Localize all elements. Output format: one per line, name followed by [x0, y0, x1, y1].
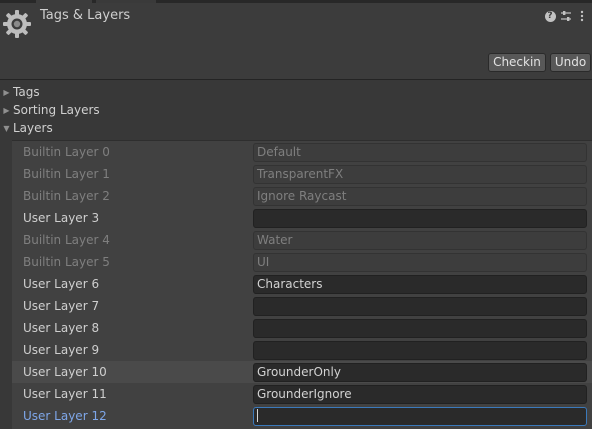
- layers-foldout[interactable]: ▼ Layers: [0, 119, 592, 137]
- layer-label: User Layer 11: [23, 387, 107, 401]
- layer-row: User Layer 9: [12, 339, 592, 361]
- header-tools: ?: [544, 9, 588, 23]
- layer-row: Builtin Layer 2 Ignore Raycast: [12, 185, 592, 207]
- layer-label: Builtin Layer 0: [23, 145, 110, 159]
- layer-label: Builtin Layer 2: [23, 189, 110, 203]
- layer-label: Builtin Layer 1: [23, 167, 110, 181]
- chevron-right-icon: ▶: [3, 105, 10, 115]
- layer-name-field: Ignore Raycast: [253, 187, 587, 206]
- layer-label: User Layer 7: [23, 299, 100, 313]
- layer-row: User Layer 6 Characters: [12, 273, 592, 295]
- layer-row: User Layer 3: [12, 207, 592, 229]
- layer-label: User Layer 3: [23, 211, 100, 225]
- layer-row: User Layer 12: [12, 405, 592, 427]
- layer-label: User Layer 6: [23, 277, 100, 291]
- sorting-layers-foldout[interactable]: ▶ Sorting Layers: [0, 101, 592, 119]
- layer-row: Builtin Layer 4 Water: [12, 229, 592, 251]
- layer-row: User Layer 7: [12, 295, 592, 317]
- checkin-button[interactable]: Checkin: [488, 53, 546, 72]
- layer-row: User Layer 11 GrounderIgnore: [12, 383, 592, 405]
- layer-name-field[interactable]: [253, 209, 587, 228]
- inspector-header: Tags & Layers ? Checkin Undo: [0, 3, 592, 80]
- menu-icon[interactable]: [576, 10, 588, 22]
- page-title: Tags & Layers: [40, 8, 131, 23]
- layer-name-field[interactable]: [253, 297, 587, 316]
- layer-name-field: Water: [253, 231, 587, 250]
- layer-name-field[interactable]: [253, 319, 587, 338]
- sorting-layers-foldout-label: Sorting Layers: [13, 103, 100, 117]
- layer-name-field: UI: [253, 253, 587, 272]
- layer-name-field[interactable]: GrounderOnly: [253, 363, 587, 382]
- layer-row: User Layer 8: [12, 317, 592, 339]
- layer-label: User Layer 12: [23, 409, 107, 423]
- layers-list: Builtin Layer 0 Default Builtin Layer 1 …: [12, 140, 592, 429]
- layer-row: Builtin Layer 0 Default: [12, 141, 592, 163]
- preset-icon[interactable]: [560, 10, 572, 22]
- layer-label: User Layer 10: [23, 365, 107, 379]
- chevron-right-icon: ▶: [3, 87, 10, 97]
- help-icon[interactable]: ?: [544, 10, 556, 22]
- undo-button[interactable]: Undo: [550, 53, 591, 72]
- layers-foldout-label: Layers: [13, 121, 53, 135]
- text-caret: [257, 409, 258, 422]
- layer-row: Builtin Layer 1 TransparentFX: [12, 163, 592, 185]
- tags-foldout[interactable]: ▶ Tags: [0, 83, 592, 101]
- layer-row: User Layer 10 GrounderOnly: [12, 361, 592, 383]
- layer-name-field[interactable]: Characters: [253, 275, 587, 294]
- layer-name-field[interactable]: [253, 341, 587, 360]
- layer-name-field[interactable]: [253, 407, 587, 426]
- gear-icon: [2, 9, 32, 39]
- layer-label: User Layer 9: [23, 343, 100, 357]
- layer-label: Builtin Layer 5: [23, 255, 110, 269]
- tags-foldout-label: Tags: [13, 85, 40, 99]
- layer-label: User Layer 8: [23, 321, 100, 335]
- layer-row: Builtin Layer 5 UI: [12, 251, 592, 273]
- layer-name-field[interactable]: GrounderIgnore: [253, 385, 587, 404]
- layer-label: Builtin Layer 4: [23, 233, 110, 247]
- layer-name-field: TransparentFX: [253, 165, 587, 184]
- layer-name-field: Default: [253, 143, 587, 162]
- chevron-down-icon: ▼: [3, 123, 10, 133]
